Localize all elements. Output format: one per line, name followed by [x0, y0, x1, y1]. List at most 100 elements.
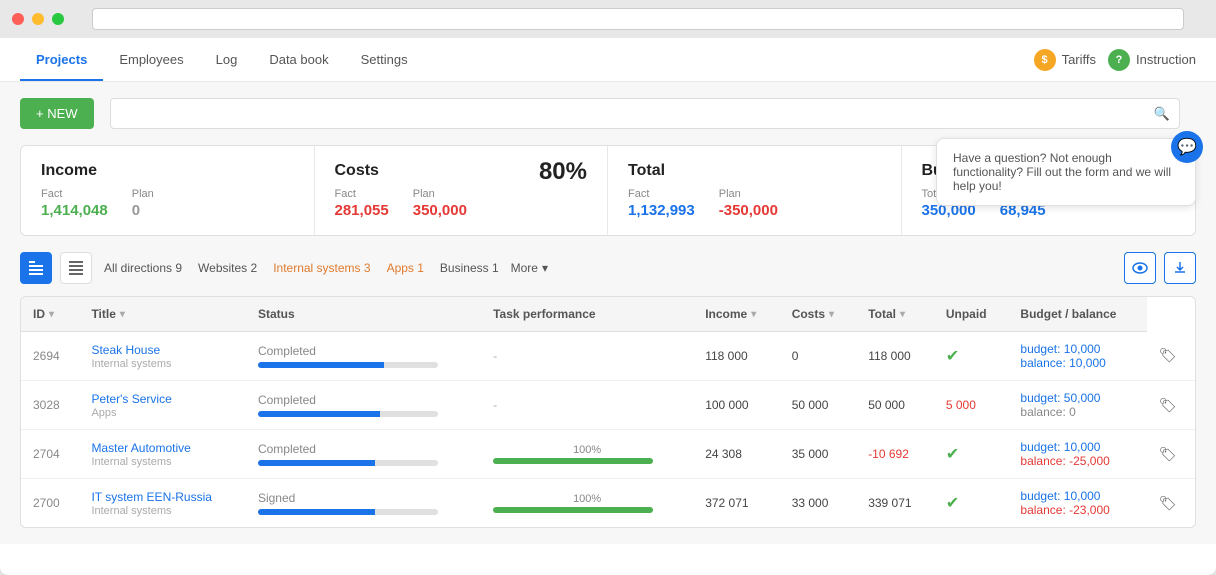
content-area: + NEW 🔍 Have a question? Not enough func…	[0, 82, 1216, 544]
list-view-button[interactable]	[60, 252, 92, 284]
progress-bar-container	[258, 509, 438, 515]
progress-bar-blue	[258, 362, 438, 368]
tag-icon[interactable]: 🏷	[1159, 495, 1177, 511]
income-card: Income Fact 1,414,048 Plan 0	[21, 146, 315, 235]
cell-income: 24 308	[693, 430, 780, 479]
progress-bar-blue	[258, 411, 438, 417]
nav-log[interactable]: Log	[200, 38, 254, 81]
income-values: Fact 1,414,048 Plan 0	[41, 188, 294, 219]
project-title-link[interactable]: IT system EEN-Russia	[91, 490, 234, 504]
status-label: Completed	[258, 393, 469, 407]
unpaid-checkmark: ✔	[946, 348, 959, 365]
project-title-link[interactable]: Steak House	[91, 343, 234, 357]
tariffs-button[interactable]: $ Tariffs	[1034, 49, 1096, 71]
eye-button[interactable]	[1124, 252, 1156, 284]
col-id[interactable]: ID ▾	[21, 297, 79, 332]
status-label: Completed	[258, 442, 469, 456]
nav-projects[interactable]: Projects	[20, 38, 103, 81]
close-button[interactable]	[12, 13, 24, 25]
unpaid-checkmark: ✔	[946, 446, 959, 463]
income-plan: Plan 0	[132, 188, 154, 219]
tag-icon[interactable]: 🏷	[1159, 446, 1177, 462]
export-button[interactable]	[1164, 252, 1196, 284]
budget-value: budget: 10,000	[1020, 489, 1134, 503]
title-bar	[0, 0, 1216, 38]
col-task-performance: Task performance	[481, 297, 693, 332]
task-progress-bar	[493, 507, 653, 513]
task-dash: -	[493, 349, 497, 363]
projects-table: ID ▾ Title ▾ Status Task performance	[20, 296, 1196, 528]
filter-websites[interactable]: Websites 2	[194, 259, 261, 277]
progress-bar-container	[258, 460, 438, 466]
filter-all-directions[interactable]: All directions 9	[100, 259, 186, 277]
cell-tag: 🏷	[1147, 332, 1195, 381]
costs-fact: Fact 281,055	[335, 188, 389, 219]
filter-right	[1124, 252, 1196, 284]
cell-title: Peter's ServiceApps	[79, 381, 246, 430]
income-title: Income	[41, 162, 294, 180]
cell-costs: 50 000	[780, 381, 857, 430]
task-percent: 100%	[493, 444, 681, 456]
col-unpaid: Unpaid	[934, 297, 1009, 332]
cell-title: Steak HouseInternal systems	[79, 332, 246, 381]
col-income[interactable]: Income ▾	[693, 297, 780, 332]
project-subtitle: Internal systems	[91, 358, 234, 370]
progress-bar-container	[258, 362, 438, 368]
instruction-button[interactable]: ? Instruction	[1108, 49, 1196, 71]
tag-icon[interactable]: 🏷	[1159, 347, 1177, 363]
more-dropdown[interactable]: More ▾	[511, 261, 548, 275]
cell-budget-balance: budget: 10,000 balance: -23,000	[1008, 479, 1146, 528]
costs-card: Costs 80% Fact 281,055 Plan 350,000	[315, 146, 609, 235]
filter-apps[interactable]: Apps 1	[383, 259, 428, 277]
cell-tag: 🏷	[1147, 479, 1195, 528]
table-header-row: ID ▾ Title ▾ Status Task performance	[21, 297, 1195, 332]
cell-tag: 🏷	[1147, 381, 1195, 430]
nav-settings[interactable]: Settings	[345, 38, 424, 81]
cell-unpaid: ✔	[934, 332, 1009, 381]
progress-bar-blue	[258, 509, 438, 515]
income-sort-icon: ▾	[751, 309, 756, 320]
tariffs-label: Tariffs	[1062, 52, 1096, 67]
maximize-button[interactable]	[52, 13, 64, 25]
cell-budget-balance: budget: 10,000 balance: 10,000	[1008, 332, 1146, 381]
cell-status: Signed	[246, 479, 481, 528]
project-title-link[interactable]: Master Automotive	[91, 441, 234, 455]
cell-task-performance: -	[481, 332, 693, 381]
total-title: Total	[628, 162, 881, 180]
cell-title: IT system EEN-RussiaInternal systems	[79, 479, 246, 528]
search-input[interactable]	[110, 98, 1180, 129]
url-bar[interactable]	[92, 8, 1184, 30]
nav-employees[interactable]: Employees	[103, 38, 199, 81]
costs-plan: Plan 350,000	[413, 188, 467, 219]
tag-icon[interactable]: 🏷	[1159, 397, 1177, 413]
total-plan: Plan -350,000	[719, 188, 778, 219]
table-row: 2704Master AutomotiveInternal systemsCom…	[21, 430, 1195, 479]
cell-task-performance: 100%	[481, 430, 693, 479]
cell-total: -10 692	[856, 430, 934, 479]
chat-icon[interactable]: 💬	[1171, 131, 1203, 163]
search-icon: 🔍	[1154, 106, 1170, 122]
balance-value: balance: 0	[1020, 405, 1134, 419]
new-button[interactable]: + NEW	[20, 98, 94, 129]
grid-view-button[interactable]	[20, 252, 52, 284]
table-row: 2694Steak HouseInternal systemsCompleted…	[21, 332, 1195, 381]
project-subtitle: Internal systems	[91, 505, 234, 517]
filter-internal-systems[interactable]: Internal systems 3	[269, 259, 374, 277]
minimize-button[interactable]	[32, 13, 44, 25]
cell-tag: 🏷	[1147, 430, 1195, 479]
filter-business[interactable]: Business 1	[436, 259, 503, 277]
cell-budget-balance: budget: 50,000 balance: 0	[1008, 381, 1146, 430]
col-total[interactable]: Total ▾	[856, 297, 934, 332]
col-costs[interactable]: Costs ▾	[780, 297, 857, 332]
cell-income: 372 071	[693, 479, 780, 528]
cell-id: 3028	[21, 381, 79, 430]
balance-value: balance: -23,000	[1020, 503, 1134, 517]
col-title[interactable]: Title ▾	[79, 297, 246, 332]
cell-income: 100 000	[693, 381, 780, 430]
income-fact: Fact 1,414,048	[41, 188, 108, 219]
filter-row: All directions 9 Websites 2 Internal sys…	[20, 252, 1196, 284]
project-title-link[interactable]: Peter's Service	[91, 392, 234, 406]
budget-value: budget: 50,000	[1020, 391, 1134, 405]
instruction-icon: ?	[1108, 49, 1130, 71]
nav-databook[interactable]: Data book	[253, 38, 344, 81]
